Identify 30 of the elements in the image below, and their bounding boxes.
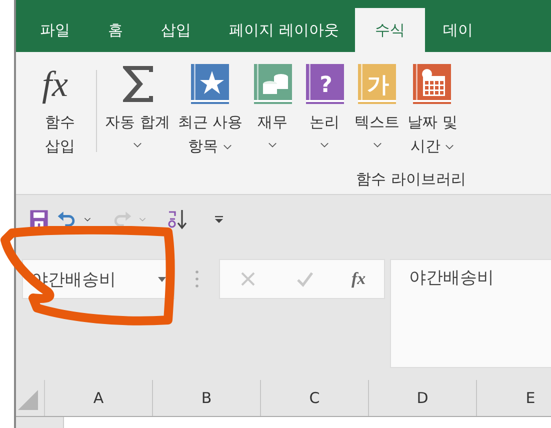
select-all-icon[interactable]: [16, 388, 40, 412]
column-header[interactable]: B: [153, 380, 261, 416]
formula-field[interactable]: 야간배송비: [390, 259, 551, 368]
ribbon-button[interactable]: 재무: [246, 62, 299, 148]
dropdown-icon: [158, 276, 166, 282]
column-header[interactable]: D: [369, 380, 477, 416]
insert-function-button[interactable]: fx: [352, 269, 366, 289]
ribbon-button[interactable]: 날짜 및 시간: [404, 62, 462, 158]
column-header[interactable]: E: [477, 380, 551, 416]
ribbon-tab[interactable]: 파일: [28, 8, 88, 52]
customize-icon[interactable]: [214, 214, 224, 224]
ribbon-tab[interactable]: 수식: [354, 8, 425, 52]
ribbon-tab[interactable]: 홈: [88, 8, 143, 52]
column-header[interactable]: C: [261, 380, 369, 416]
drag-handle-icon[interactable]: [195, 269, 199, 289]
save-icon[interactable]: [28, 208, 50, 230]
group-label: 함수 라이브러리: [356, 170, 467, 189]
ribbon-button[interactable]: fx 함수 삽입: [34, 62, 86, 158]
ribbon-button[interactable]: 최근 사용 항목: [174, 62, 247, 158]
ribbon-tab[interactable]: 삽입: [143, 8, 209, 52]
ribbon-button[interactable]: 가 텍스트: [350, 62, 404, 148]
ribbon-tab[interactable]: 페이지 레이아웃: [209, 8, 355, 52]
ribbon-tab[interactable]: 데이: [424, 8, 491, 52]
caret-icon[interactable]: [84, 216, 91, 222]
ribbon-button[interactable]: ? 논리: [298, 62, 351, 148]
column-header[interactable]: A: [45, 380, 153, 416]
worksheet-cells[interactable]: [64, 417, 551, 428]
function-icon: fx: [38, 62, 82, 106]
sort-icon[interactable]: [166, 208, 188, 230]
ribbon-button[interactable]: 자동 합계: [101, 62, 174, 148]
